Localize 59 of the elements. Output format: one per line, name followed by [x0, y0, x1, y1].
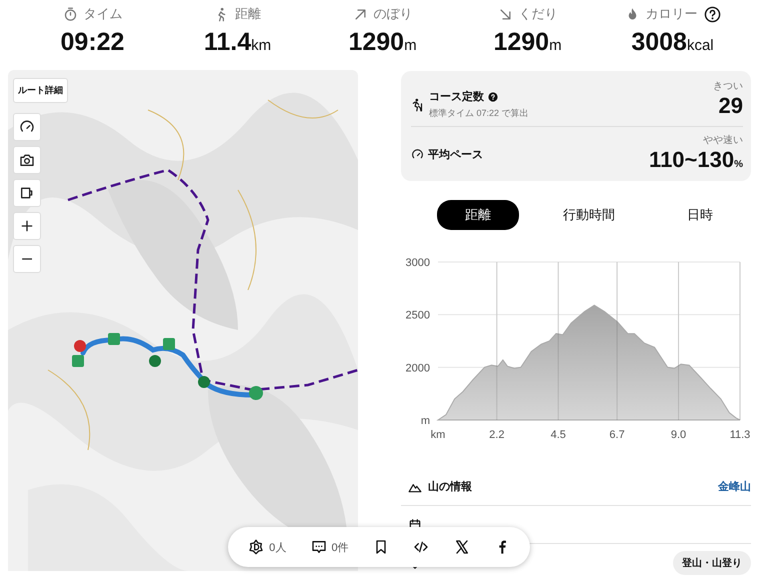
comment-icon: [310, 539, 327, 555]
y-tick-label: m: [420, 415, 430, 427]
stat-value: 09:22: [60, 28, 124, 57]
rating-label: やや速い: [703, 134, 743, 147]
stat-unit: m: [404, 37, 417, 54]
summary-title: 平均ペース: [428, 148, 483, 162]
chart-tab[interactable]: 距離: [437, 200, 519, 230]
x-tick-label: 11.3: [730, 429, 750, 441]
x-logo-icon: [454, 539, 470, 555]
y-tick-label: 2500: [406, 310, 430, 322]
x-tick-label: 2.2: [489, 429, 504, 441]
cup-button[interactable]: [13, 179, 41, 207]
stat-label: のぼり: [374, 5, 412, 23]
stat-label: カロリー: [646, 5, 698, 23]
y-tick-label: 3000: [406, 257, 430, 269]
code-icon: [413, 539, 430, 555]
stat-unit: kcal: [686, 37, 714, 54]
help-icon[interactable]: [488, 92, 498, 102]
x-tick-label: 6.7: [609, 429, 625, 441]
stat-value: 11.4: [204, 28, 252, 57]
camera-icon: [19, 152, 35, 168]
tag-chip[interactable]: 登山・山登り: [673, 550, 751, 574]
stat-value: 1290: [493, 28, 550, 57]
route-detail-button[interactable]: ルート詳細: [13, 78, 68, 103]
zoom-in-button[interactable]: [13, 212, 41, 240]
summary-value: 110~130: [649, 147, 734, 172]
summary-title: コース定数: [429, 90, 484, 104]
summary-unit: %: [734, 159, 743, 170]
cup-icon: [19, 185, 35, 201]
stat-label: くだり: [518, 5, 558, 23]
stat-value: 3008: [631, 28, 687, 57]
chart-tab[interactable]: 日時: [659, 200, 741, 230]
help-icon[interactable]: [704, 6, 720, 22]
info-label: 山の情報: [428, 480, 472, 494]
stat-unit: m: [549, 37, 562, 54]
x-tick-label: km: [430, 429, 446, 441]
mountain-link[interactable]: 金峰山: [718, 479, 751, 494]
summary-value: 29: [718, 93, 743, 118]
hiker-icon: [411, 98, 425, 112]
badge-icon: [248, 539, 264, 555]
stat-label: タイム: [84, 5, 122, 23]
arrow-down-right-icon: [498, 6, 512, 22]
y-tick-label: 2000: [406, 362, 430, 374]
comment-button[interactable]: 0件: [306, 535, 353, 559]
gauge-button[interactable]: [13, 113, 41, 141]
x-tick-label: 9.0: [670, 429, 686, 441]
rating-label: きつい: [713, 80, 743, 93]
zoom-in-icon: [19, 218, 35, 234]
badge-button[interactable]: 0人: [244, 535, 290, 559]
x-tick-label: 4.5: [550, 429, 566, 441]
arrow-up-right-icon: [352, 6, 368, 22]
summary-subtitle: 標準タイム 07:22 で算出: [429, 107, 529, 120]
stat-label: 距離: [235, 5, 261, 23]
chart-tab[interactable]: 行動時間: [535, 200, 643, 230]
camera-button[interactable]: [13, 146, 41, 174]
stopwatch-icon: [62, 6, 78, 22]
stat-value: 1290: [348, 28, 404, 57]
gauge-icon: [411, 148, 424, 161]
stat-unit: km: [251, 37, 272, 54]
